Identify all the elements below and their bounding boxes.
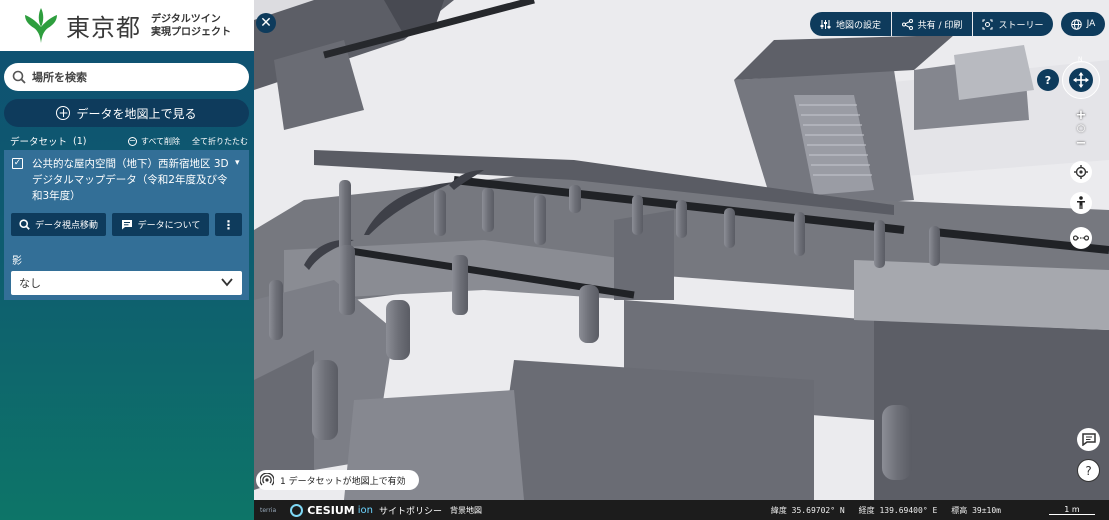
zoom-reset-button[interactable]: ○	[1074, 123, 1088, 135]
story-button[interactable]: ストーリー	[973, 12, 1053, 36]
my-location-button[interactable]	[1070, 161, 1092, 183]
remove-all-label: すべて削除	[140, 136, 180, 146]
map-settings-button[interactable]: 地図の設定	[810, 12, 891, 36]
cesium-wordmark: CESIUM	[307, 503, 355, 517]
pedestrian-icon	[1077, 196, 1085, 209]
story-label: ストーリー	[998, 20, 1044, 31]
map-3d-view[interactable]	[254, 0, 1109, 500]
close-panel-button[interactable]: ✕	[256, 13, 276, 33]
underground-3d-scene	[254, 0, 1109, 500]
compass-north-label: N	[1078, 56, 1083, 63]
sliders-icon	[820, 19, 831, 29]
background-map-link[interactable]: 背景地図	[450, 505, 482, 516]
remove-all-button[interactable]: − すべて削除	[127, 136, 180, 147]
data-viewpoint-label: データ視点移動	[34, 221, 98, 231]
measure-tool-button[interactable]	[1070, 227, 1092, 249]
map-settings-label: 地図の設定	[835, 20, 881, 31]
story-icon	[982, 19, 993, 29]
terria-logo[interactable]: terria	[260, 507, 276, 514]
elevation-readout: 標高 39±10m	[951, 505, 1001, 515]
feedback-icon	[1081, 433, 1096, 446]
more-options-button[interactable]: ⋮	[215, 213, 242, 236]
collapse-all-button[interactable]: 全て折りたたむ	[192, 136, 248, 147]
compass-center[interactable]	[1069, 68, 1093, 92]
feedback-button[interactable]	[1077, 428, 1100, 451]
scale-bar: 1 m	[1049, 505, 1095, 515]
zoom-out-button[interactable]: −	[1074, 137, 1088, 150]
globe-icon	[1070, 18, 1082, 30]
language-label: JA	[1086, 19, 1096, 29]
brand-header[interactable]: 東京都 デジタルツイン 実現プロジェクト	[0, 0, 254, 51]
search-icon	[12, 70, 26, 84]
dataset-visibility-checkbox[interactable]: ✓	[12, 158, 23, 169]
language-button[interactable]: JA	[1061, 12, 1105, 36]
share-print-label: 共有 / 印刷	[917, 20, 963, 31]
dataset-count: (1)	[73, 135, 87, 147]
tokyo-ginkgo-logo-icon	[25, 7, 57, 43]
crosshair-icon	[1074, 165, 1088, 179]
signal-icon	[260, 473, 274, 486]
search-box[interactable]	[4, 63, 249, 91]
brand-name: 東京都	[66, 14, 141, 42]
plus-circle-icon: +	[56, 106, 71, 120]
dataset-header-title: データセット	[10, 137, 68, 148]
shadow-select[interactable]: なし	[11, 271, 242, 295]
dataset-title[interactable]: 公共的な屋内空間（地下）西新宿地区 3Dデジタルマップデータ（令和2年度及び令和…	[32, 156, 230, 204]
active-datasets-indicator[interactable]: 1 データセットが地図上で有効	[256, 470, 419, 490]
minus-circle-icon: −	[127, 136, 137, 146]
data-about-button[interactable]: データについて	[112, 213, 209, 236]
cesium-ring-icon	[290, 503, 304, 517]
data-viewpoint-button[interactable]: データ視点移動	[11, 213, 106, 236]
view-data-on-map-button[interactable]: + データを地図上で見る	[4, 99, 249, 127]
cesium-ion-logo[interactable]: CESIUM ion	[290, 503, 373, 517]
chevron-down-icon	[221, 278, 233, 287]
share-icon	[901, 18, 913, 30]
comment-icon	[121, 220, 132, 230]
shadow-select-value: なし	[19, 277, 41, 290]
pedestrian-mode-button[interactable]	[1070, 192, 1092, 214]
caret-down-icon[interactable]: ▾	[235, 158, 240, 168]
zoom-in-button[interactable]: +	[1074, 109, 1088, 122]
measure-icon	[1073, 235, 1089, 241]
sidebar: 東京都 デジタルツイン 実現プロジェクト + データを地図上で見る データセット…	[0, 0, 254, 520]
shadow-label: 影	[12, 256, 22, 267]
search-input[interactable]	[32, 70, 232, 84]
cesium-ion-wordmark: ion	[357, 504, 373, 516]
dataset-header: データセット (1) − すべて削除 全て折りたたむ	[10, 134, 248, 149]
view-data-on-map-label: データを地図上で見る	[76, 106, 197, 121]
help-button[interactable]: ?	[1037, 69, 1059, 91]
dataset-card: ✓ 公共的な屋内空間（地下）西新宿地区 3Dデジタルマップデータ（令和2年度及び…	[4, 150, 249, 300]
search-icon	[19, 219, 30, 230]
share-print-button[interactable]: 共有 / 印刷	[892, 12, 972, 36]
data-about-label: データについて	[137, 221, 201, 231]
bottom-status-bar: terria CESIUM ion サイトポリシー 背景地図 緯度 35.697…	[254, 500, 1109, 520]
compass[interactable]	[1062, 61, 1100, 99]
longitude-readout: 経度 139.69400° E	[858, 505, 938, 515]
site-policy-link[interactable]: サイトポリシー	[379, 504, 442, 517]
brand-subtitle: デジタルツイン 実現プロジェクト	[151, 13, 231, 38]
coordinates-readout: 緯度 35.69702° N 経度 139.69400° E 標高 39±10m	[757, 505, 1001, 516]
active-datasets-label: 1 データセットが地図上で有効	[280, 476, 406, 487]
latitude-readout: 緯度 35.69702° N	[770, 505, 845, 515]
info-help-button[interactable]: ?	[1077, 459, 1100, 482]
move-arrows-icon	[1073, 72, 1089, 88]
